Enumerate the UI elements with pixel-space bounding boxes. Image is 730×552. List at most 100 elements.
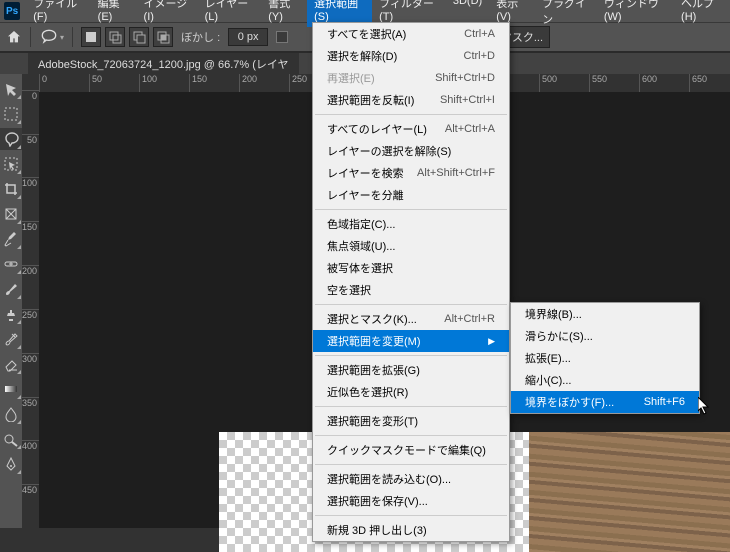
- menu-item[interactable]: レイヤーの選択を解除(S): [313, 140, 509, 162]
- menu-item-label: 縮小(C)...: [525, 372, 571, 388]
- ruler-tick: 600: [639, 74, 689, 92]
- menu-item[interactable]: 選択を解除(D)Ctrl+D: [313, 45, 509, 67]
- ruler-tick: 350: [22, 397, 39, 441]
- menu-書式[interactable]: 書式(Y): [261, 0, 307, 27]
- menu-item-label: 滑らかに(S)...: [525, 328, 593, 344]
- submenu-item[interactable]: 拡張(E)...: [511, 347, 699, 369]
- ruler-tick: 150: [189, 74, 239, 92]
- new-selection-icon[interactable]: [81, 27, 101, 47]
- feather-input[interactable]: [228, 28, 268, 46]
- object-select-tool[interactable]: [0, 153, 22, 175]
- subtract-selection-icon[interactable]: [129, 27, 149, 47]
- rect-marquee-tool[interactable]: [0, 103, 22, 125]
- menu-separator: [315, 515, 507, 516]
- menu-ヘルプ[interactable]: ヘルプ(H): [674, 0, 730, 27]
- crop-tool[interactable]: [0, 178, 22, 200]
- move-tool[interactable]: [0, 78, 22, 100]
- menu-プラグイン[interactable]: プラグイン: [535, 0, 597, 27]
- menu-separator: [315, 304, 507, 305]
- frame-tool[interactable]: [0, 203, 22, 225]
- submenu-item[interactable]: 境界をぼかす(F)...Shift+F6: [511, 391, 699, 413]
- menu-separator: [315, 435, 507, 436]
- modify-submenu: 境界線(B)... 滑らかに(S)... 拡張(E)... 縮小(C)... 境界をぼか…: [510, 302, 700, 414]
- menu-item-label: 焦点領域(U)...: [327, 238, 395, 254]
- ruler-tick: 550: [589, 74, 639, 92]
- submenu-item[interactable]: 滑らかに(S)...: [511, 325, 699, 347]
- menu-item[interactable]: 選択とマスク(K)...Alt+Ctrl+R: [313, 308, 509, 330]
- menu-item[interactable]: 焦点領域(U)...: [313, 235, 509, 257]
- menu-item[interactable]: 選択範囲を変更(M)▶: [313, 330, 509, 352]
- menu-item[interactable]: 選択範囲を読み込む(O)...: [313, 468, 509, 490]
- menu-編集[interactable]: 編集(E): [91, 0, 137, 27]
- ruler-tick: 650: [689, 74, 730, 92]
- eraser-tool[interactable]: [0, 353, 22, 375]
- menu-separator: [315, 355, 507, 356]
- healing-brush-tool[interactable]: [0, 253, 22, 275]
- ruler-tick: 400: [22, 440, 39, 484]
- shortcut-label: Alt+Shift+Ctrl+F: [407, 167, 495, 179]
- menu-item[interactable]: すべてのレイヤー(L)Alt+Ctrl+A: [313, 118, 509, 140]
- lasso-tool[interactable]: [0, 128, 22, 150]
- menubar: Ps ファイル(F)編集(E)イメージ(I)レイヤー(L)書式(Y)選択範囲(S…: [0, 0, 730, 22]
- gradient-tool[interactable]: [0, 378, 22, 400]
- menu-レイヤー[interactable]: レイヤー(L): [198, 0, 262, 27]
- menu-ファイル[interactable]: ファイル(F): [26, 0, 90, 27]
- menu-item[interactable]: 色域指定(C)...: [313, 213, 509, 235]
- menu-item[interactable]: 空を選択: [313, 279, 509, 301]
- clone-stamp-tool[interactable]: [0, 303, 22, 325]
- document-tab[interactable]: AdobeStock_72063724_1200.jpg @ 66.7% (レイ…: [28, 53, 299, 75]
- menu-item[interactable]: すべてを選択(A)Ctrl+A: [313, 23, 509, 45]
- menu-item-label: 境界をぼかす(F)...: [525, 394, 614, 410]
- menu-separator: [315, 406, 507, 407]
- pen-tool[interactable]: [0, 453, 22, 475]
- menu-item-label: レイヤーを検索: [327, 165, 404, 181]
- lasso-icon[interactable]: ▾: [39, 27, 64, 47]
- menu-item[interactable]: クイックマスクモードで編集(Q): [313, 439, 509, 461]
- menu-item[interactable]: 近似色を選択(R): [313, 381, 509, 403]
- shortcut-label: Shift+Ctrl+D: [425, 72, 495, 84]
- blur-tool[interactable]: [0, 403, 22, 425]
- menu-separator: [315, 114, 507, 115]
- selection-menu: すべてを選択(A)Ctrl+A選択を解除(D)Ctrl+D再選択(E)Shift…: [312, 22, 510, 542]
- feather-label: ぼかし :: [181, 29, 220, 45]
- ruler-tick: 500: [539, 74, 589, 92]
- brush-tool[interactable]: [0, 278, 22, 300]
- menu-item-label: レイヤーを分離: [327, 187, 404, 203]
- toolbox: [0, 74, 22, 528]
- submenu-item[interactable]: 縮小(C)...: [511, 369, 699, 391]
- shortcut-label: Alt+Ctrl+A: [435, 123, 495, 135]
- menu-item[interactable]: 被写体を選択: [313, 257, 509, 279]
- menu-item-label: 選択範囲を読み込む(O)...: [327, 471, 451, 487]
- menu-item-label: 選択範囲を反転(I): [327, 92, 414, 108]
- history-brush-tool[interactable]: [0, 328, 22, 350]
- intersect-selection-icon[interactable]: [153, 27, 173, 47]
- menu-item[interactable]: 選択範囲を変形(T): [313, 410, 509, 432]
- home-icon[interactable]: [6, 29, 22, 45]
- menu-item-label: 新規 3D 押し出し(3): [327, 522, 427, 538]
- submenu-item[interactable]: 境界線(B)...: [511, 303, 699, 325]
- menu-item-label: 空を選択: [327, 282, 371, 298]
- add-selection-icon[interactable]: [105, 27, 125, 47]
- anti-alias-checkbox[interactable]: [276, 31, 288, 43]
- eyedropper-tool[interactable]: [0, 228, 22, 250]
- menu-item-label: 被写体を選択: [327, 260, 393, 276]
- menu-item-label: 選択範囲を保存(V)...: [327, 493, 428, 509]
- dodge-tool[interactable]: [0, 428, 22, 450]
- menu-イメージ[interactable]: イメージ(I): [137, 0, 198, 27]
- menu-ウィンドウ[interactable]: ウィンドウ(W): [597, 0, 674, 27]
- menu-item[interactable]: 選択範囲を反転(I)Shift+Ctrl+I: [313, 89, 509, 111]
- ruler-tick: 300: [22, 353, 39, 397]
- wood-image-layer: [529, 432, 730, 552]
- menu-item[interactable]: 選択範囲を拡張(G): [313, 359, 509, 381]
- menu-item[interactable]: レイヤーを分離: [313, 184, 509, 206]
- menu-item[interactable]: 新規 3D 押し出し(3): [313, 519, 509, 541]
- menu-item-label: 選択範囲を変形(T): [327, 413, 418, 429]
- menu-item-label: 境界線(B)...: [525, 306, 582, 322]
- menu-item[interactable]: 選択範囲を保存(V)...: [313, 490, 509, 512]
- ruler-tick: 450: [22, 484, 39, 528]
- ruler-tick: 0: [22, 90, 39, 134]
- ruler-vertical: 050100150200250300350400450: [22, 74, 39, 528]
- menu-item-label: 選択範囲を変更(M): [327, 333, 421, 349]
- ruler-tick: 100: [139, 74, 189, 92]
- menu-item[interactable]: レイヤーを検索Alt+Shift+Ctrl+F: [313, 162, 509, 184]
